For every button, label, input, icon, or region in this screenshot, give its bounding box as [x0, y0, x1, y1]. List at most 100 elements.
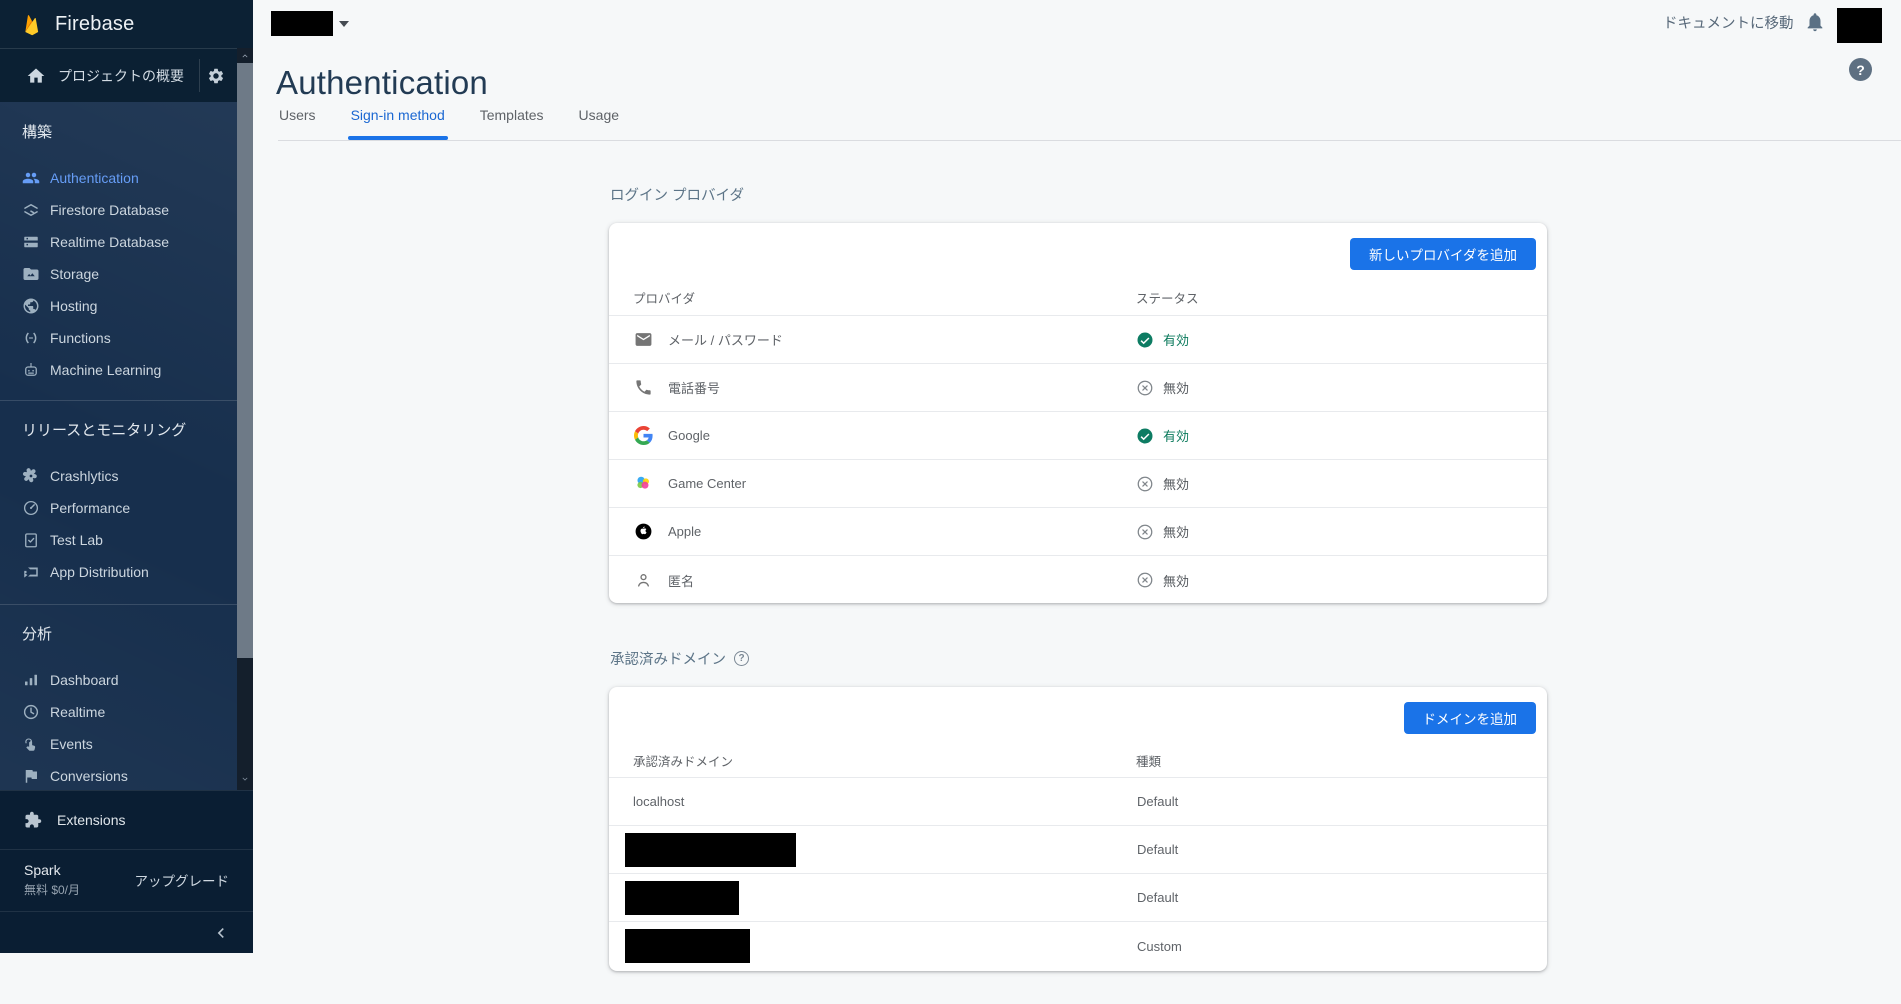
redacted-domain [625, 833, 796, 867]
add-domain-button[interactable]: ドメインを追加 [1404, 702, 1537, 734]
google-icon [633, 426, 653, 446]
provider-name: Apple [668, 524, 701, 539]
domain-row[interactable]: Default [609, 874, 1547, 922]
chevron-down-icon[interactable] [339, 21, 349, 32]
robot-icon [22, 361, 40, 379]
sidebar-item-realtime[interactable]: Realtime [0, 696, 237, 728]
tab-users[interactable]: Users [278, 104, 317, 123]
sidebar-item-app-distribution[interactable]: App Distribution [0, 556, 237, 588]
project-selector-redacted[interactable] [271, 11, 333, 36]
domain-row[interactable]: Default [609, 826, 1547, 874]
sidebar-section-label: 構築 [22, 118, 237, 148]
firebase-logo[interactable]: Firebase [0, 0, 253, 48]
provider-status: 有効 [1136, 426, 1189, 445]
sidebar-item-label: Events [50, 736, 93, 752]
domains-table-body: localhostDefaultDefaultDefaultCustom [609, 777, 1547, 970]
sidebar-item-hosting[interactable]: Hosting [0, 290, 237, 322]
sidebar-item-label: App Distribution [50, 564, 149, 580]
provider-row[interactable]: 匿名無効 [609, 556, 1547, 604]
sidebar-item-functions[interactable]: Functions [0, 322, 237, 354]
sidebar-item-project-overview[interactable]: プロジェクトの概要 [0, 48, 253, 102]
clipboard-check-icon [22, 531, 40, 549]
providers-card: 新しいプロバイダを追加 プロバイダ ステータス メール / パスワード有効電話番… [609, 223, 1547, 603]
x-circle-icon [1136, 523, 1154, 541]
tab-templates[interactable]: Templates [479, 104, 545, 123]
sidebar-item-conversions[interactable]: Conversions [0, 760, 237, 790]
tab-sign-in-method[interactable]: Sign-in method [350, 104, 446, 123]
x-circle-icon [1136, 571, 1154, 589]
provider-status: 無効 [1136, 474, 1189, 493]
provider-status: 無効 [1136, 571, 1189, 590]
provider-row[interactable]: Google有効 [609, 412, 1547, 460]
sidebar-item-crashlytics[interactable]: Crashlytics [0, 460, 237, 492]
sidebar-item-extensions[interactable]: Extensions [0, 790, 253, 849]
domain-row[interactable]: localhostDefault [609, 778, 1547, 826]
sidebar-item-firestore-database[interactable]: Firestore Database [0, 194, 237, 226]
sidebar-nav: 構築AuthenticationFirestore DatabaseRealti… [0, 102, 237, 790]
functions-icon [22, 329, 40, 347]
sidebar-section-items: DashboardRealtime Events Conversions [0, 664, 237, 790]
sidebar-item-authentication[interactable]: Authentication [0, 162, 237, 194]
sidebar-item-performance[interactable]: Performance [0, 492, 237, 524]
scroll-up-icon[interactable] [237, 49, 253, 63]
domains-section-title: 承認済みドメイン ? [610, 648, 749, 669]
provider-status: 無効 [1136, 522, 1189, 541]
sidebar-section-label: 分析 [22, 620, 237, 650]
divider [0, 400, 237, 401]
sidebar-item-events[interactable]: Events [0, 728, 237, 760]
providers-section-title-text: ログイン プロバイダ [610, 184, 744, 205]
scroll-down-icon[interactable] [237, 772, 253, 786]
sidebar-scrollbar[interactable] [237, 48, 253, 790]
plan-name: Spark [24, 862, 61, 878]
provider-row[interactable]: Apple 無効 [609, 508, 1547, 556]
extensions-label: Extensions [57, 812, 125, 828]
provider-status-label: 無効 [1163, 474, 1189, 493]
plan-price: 無料 $0/月 [24, 881, 80, 898]
sidebar-section-items: CrashlyticsPerformance Test Lab App Distri… [0, 460, 237, 588]
notifications-bell-icon[interactable] [1804, 11, 1826, 33]
sidebar-scrollbar-thumb[interactable] [237, 63, 253, 658]
provider-name: メール / パスワード [668, 330, 783, 349]
firebase-wordmark: Firebase [55, 13, 134, 36]
sidebar-item-realtime-database[interactable]: Realtime Database [0, 226, 237, 258]
sidebar-item-label: Test Lab [50, 532, 103, 548]
sidebar-item-test-lab[interactable]: Test Lab [0, 524, 237, 556]
tab-usage[interactable]: Usage [578, 104, 620, 123]
game-center-icon [633, 474, 653, 494]
sidebar-item-label: Hosting [50, 298, 97, 314]
crashlytics-icon [22, 467, 40, 485]
app-distribution-icon [22, 563, 40, 581]
help-icon[interactable]: ? [1849, 58, 1872, 81]
sidebar-item-dashboard[interactable]: Dashboard [0, 664, 237, 696]
add-provider-button[interactable]: 新しいプロバイダを追加 [1350, 238, 1536, 270]
sidebar-section-label: リリースとモニタリング [22, 416, 237, 446]
provider-status: 無効 [1136, 378, 1189, 397]
avatar[interactable] [1837, 8, 1882, 43]
providers-section-title: ログイン プロバイダ [610, 184, 744, 205]
domains-help-icon[interactable]: ? [734, 651, 749, 666]
gear-icon[interactable] [207, 67, 225, 85]
sidebar-section-items: Authentication Firestore DatabaseRealtime… [0, 162, 237, 386]
provider-row[interactable]: Game Center無効 [609, 460, 1547, 508]
domain-type: Default [1137, 842, 1178, 857]
sidebar-item-machine-learning[interactable]: Machine Learning [0, 354, 237, 386]
puzzle-icon [24, 811, 42, 829]
flag-icon [22, 767, 40, 785]
sidebar-item-storage[interactable]: Storage [0, 258, 237, 290]
collapse-sidebar-icon[interactable] [211, 923, 231, 943]
provider-row[interactable]: 電話番号無効 [609, 364, 1547, 412]
provider-row[interactable]: メール / パスワード有効 [609, 316, 1547, 364]
domains-table-header: 承認済みドメイン 種類 [609, 750, 1547, 774]
clock-icon [22, 703, 40, 721]
email-icon [633, 330, 653, 350]
sidebar-item-label: Functions [50, 330, 111, 346]
globe-icon [22, 297, 40, 315]
domains-section-title-text: 承認済みドメイン [610, 648, 726, 669]
upgrade-button[interactable]: アップグレード [135, 870, 230, 890]
redacted-domain [625, 881, 739, 915]
column-status: ステータス [1136, 287, 1199, 311]
column-type: 種類 [1136, 750, 1161, 774]
go-to-docs-link[interactable]: ドキュメントに移動 [1663, 12, 1794, 33]
sidebar-item-label: Authentication [50, 170, 139, 186]
domain-row[interactable]: Custom [609, 922, 1547, 970]
